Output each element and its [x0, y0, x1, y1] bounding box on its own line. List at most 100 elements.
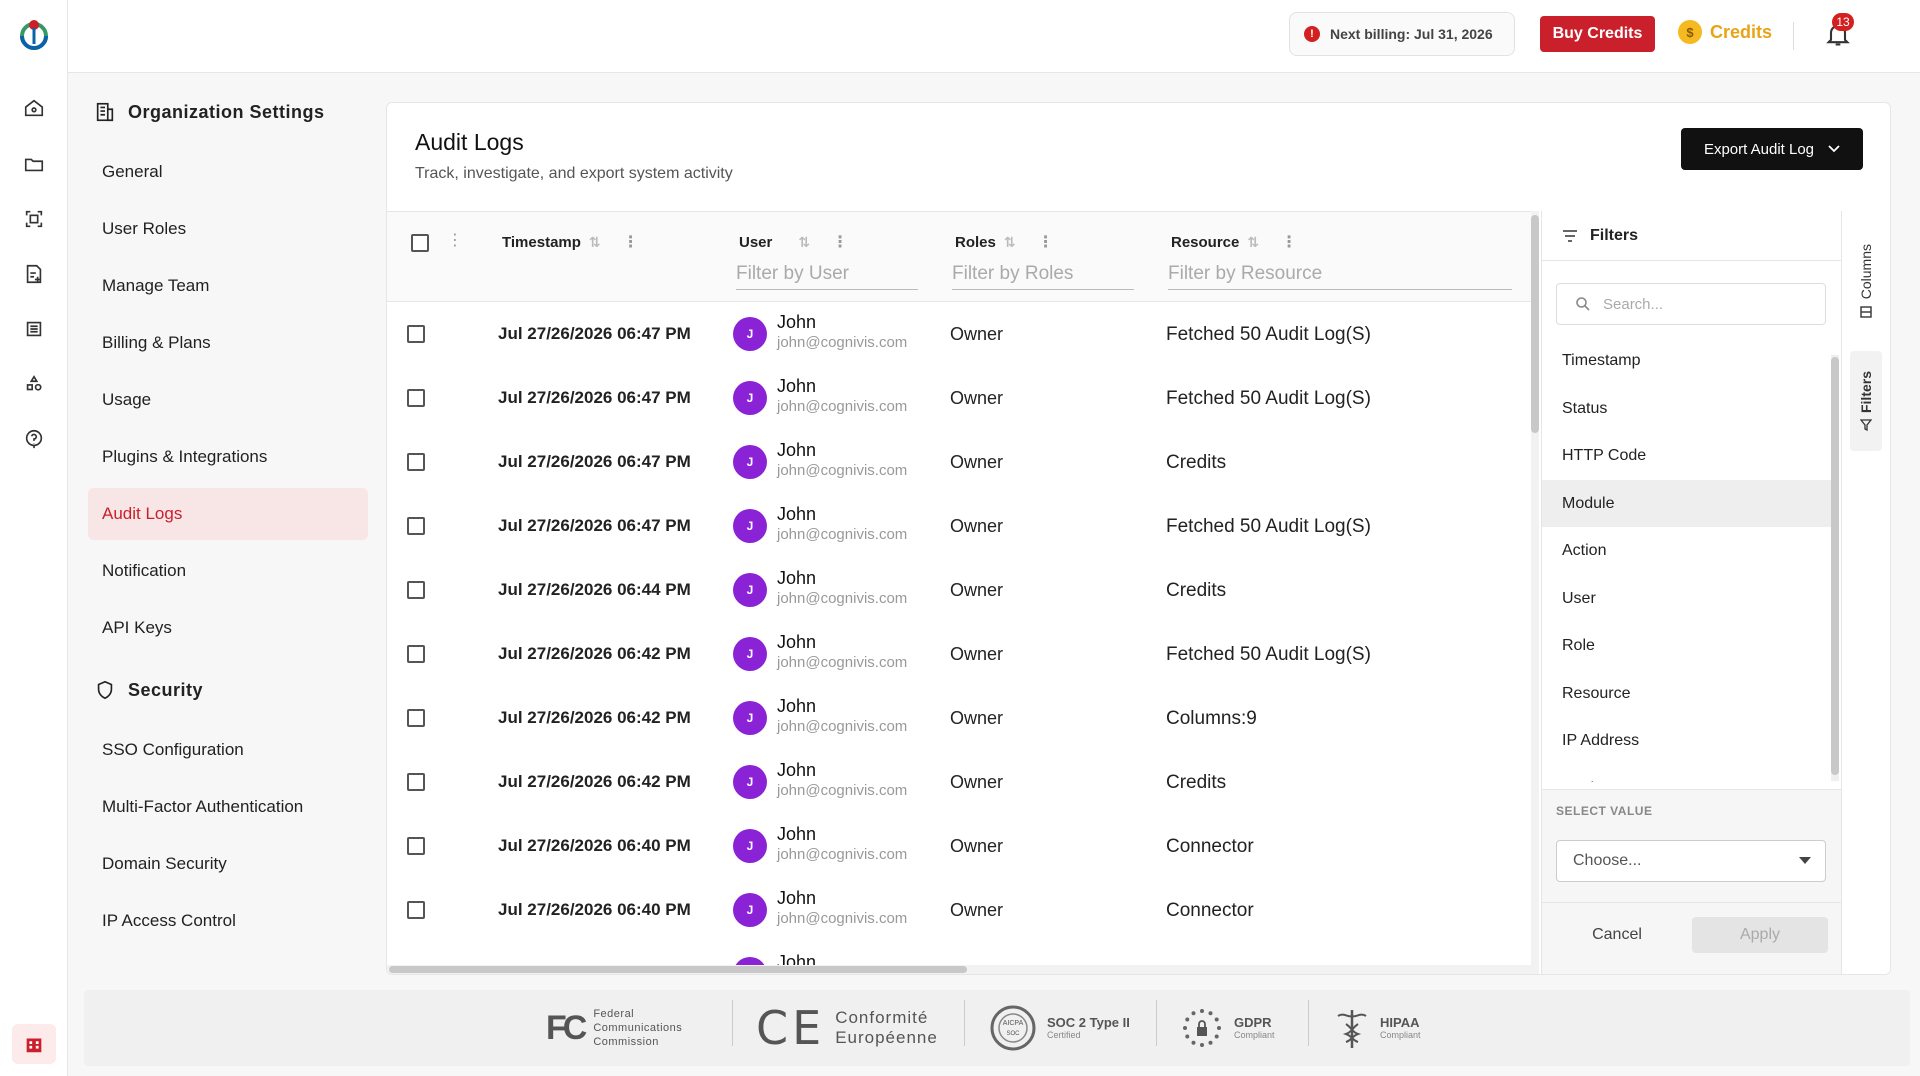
row-checkbox[interactable] — [407, 645, 425, 663]
nav-user-roles[interactable]: User Roles — [88, 203, 368, 255]
filter-field-ip-address[interactable]: IP Address — [1542, 717, 1832, 765]
row-checkbox[interactable] — [407, 709, 425, 727]
grid-vertical-scrollbar[interactable] — [1531, 211, 1539, 974]
filter-cancel-button[interactable]: Cancel — [1572, 917, 1662, 953]
filter-field-action[interactable]: Action — [1542, 527, 1832, 575]
table-row[interactable]: Jul 27/26/2026 06:47 PM J John john@cognivi… — [387, 302, 1531, 366]
sort-icon[interactable]: ⇅ — [589, 234, 601, 251]
header-resource[interactable]: Resource ⇅ ⋮ — [1171, 232, 1297, 252]
filter-field-timestamp[interactable]: Timestamp — [1542, 337, 1832, 385]
table-row[interactable]: Jul 27/26/2026 06:47 PM J John john@cognivi… — [387, 366, 1531, 430]
select-all-checkbox[interactable] — [411, 234, 429, 252]
filter-field-user[interactable]: User — [1542, 575, 1832, 623]
nav-general[interactable]: General — [88, 146, 368, 198]
wikimedia-logo-icon[interactable] — [16, 16, 52, 52]
row-timestamp: Jul 27/26/2026 06:42 PM — [498, 772, 691, 791]
hipaa-name: HIPAA — [1380, 1015, 1420, 1030]
table-row[interactable]: Jul 27/26/2026 06:40 PM J John john@cognivi… — [387, 878, 1531, 942]
row-checkbox[interactable] — [407, 901, 425, 919]
nav-plugins-integrations[interactable]: Plugins & Integrations — [88, 431, 368, 483]
filter-field-device[interactable]: Device — [1542, 765, 1832, 783]
table-row[interactable]: Jul 27/26/2026 06:42 PM J John john@cognivi… — [387, 686, 1531, 750]
column-menu-icon[interactable]: ⋮ — [832, 232, 848, 252]
table-row[interactable]: Jul 27/26/2026 06:42 PM J John john@cognivi… — [387, 750, 1531, 814]
nav-ip-access-control[interactable]: IP Access Control — [88, 895, 368, 947]
scan-icon[interactable] — [20, 205, 48, 233]
row-checkbox[interactable] — [407, 773, 425, 791]
row-checkbox[interactable] — [407, 581, 425, 599]
sort-icon[interactable]: ⇅ — [1004, 234, 1016, 251]
buy-credits-button[interactable]: Buy Credits — [1540, 16, 1655, 52]
home-icon[interactable] — [20, 94, 48, 122]
filter-field-role[interactable]: Role — [1542, 622, 1832, 670]
tab-columns[interactable]: Columns — [1850, 231, 1882, 331]
nav-audit-logs[interactable]: Audit Logs — [88, 488, 368, 540]
tab-columns-label: Columns — [1858, 244, 1874, 300]
ce-logo: CE — [756, 1001, 826, 1055]
help-circle-icon[interactable] — [20, 425, 48, 453]
funnel-icon — [1860, 419, 1872, 431]
chevron-down-icon — [1828, 145, 1840, 153]
table-row[interactable]: Jul 27/26/2026 06:47 PM J John john@cognivi… — [387, 494, 1531, 558]
security-title: Security — [128, 679, 204, 700]
tab-filters[interactable]: Filters — [1850, 351, 1882, 451]
filter-field-resource[interactable]: Resource — [1542, 670, 1832, 718]
nav-domain-security[interactable]: Domain Security — [88, 838, 368, 890]
export-audit-log-button[interactable]: Export Audit Log — [1681, 128, 1863, 170]
nav-notification[interactable]: Notification — [88, 545, 368, 597]
table-row[interactable]: Jul 27/26/2026 06:42 PM J John john@cognivi… — [387, 622, 1531, 686]
avatar: J — [733, 573, 767, 607]
header-user[interactable]: User ⇅ ⋮ — [739, 232, 848, 252]
column-menu-icon[interactable]: ⋮ — [1281, 232, 1297, 252]
filter-resource-input[interactable] — [1168, 258, 1512, 290]
nav-manage-team[interactable]: Manage Team — [88, 260, 368, 312]
row-checkbox[interactable] — [407, 837, 425, 855]
next-billing-indicator[interactable]: ! Next billing: Jul 31, 2026 — [1289, 12, 1515, 56]
nav-billing-plans[interactable]: Billing & Plans — [88, 317, 368, 369]
table-icon[interactable] — [20, 315, 48, 343]
hipaa-badge: HIPAA Compliant — [1334, 1000, 1421, 1056]
table-row[interactable]: Jul 27/26/2026 06:40 PM J John john@cognivi… — [387, 814, 1531, 878]
filter-search-input[interactable]: Search... — [1556, 283, 1826, 325]
filter-value-select[interactable]: Choose... — [1556, 840, 1826, 882]
header-timestamp[interactable]: Timestamp ⇅ ⋮ — [502, 232, 639, 252]
avatar: J — [733, 509, 767, 543]
filter-field-http-code[interactable]: HTTP Code — [1542, 432, 1832, 480]
document-add-icon[interactable] — [20, 260, 48, 288]
filter-roles-input[interactable] — [952, 258, 1134, 290]
row-checkbox[interactable] — [407, 453, 425, 471]
grid-horizontal-scrollbar[interactable] — [387, 965, 1531, 974]
row-resource: Connector — [1166, 836, 1254, 857]
filter-list-scrollbar[interactable] — [1831, 355, 1839, 781]
folder-icon[interactable] — [20, 150, 48, 178]
top-bar: ! Next billing: Jul 31, 2026 Buy Credits… — [68, 0, 1920, 73]
grid-rows: Jul 27/26/2026 06:47 PM J John john@cognivi… — [387, 302, 1531, 974]
nav-usage[interactable]: Usage — [88, 374, 368, 426]
sort-icon[interactable]: ⇅ — [798, 234, 810, 251]
column-menu-icon[interactable]: ⋮ — [447, 230, 463, 250]
nav-api-keys[interactable]: API Keys — [88, 602, 368, 654]
row-checkbox[interactable] — [407, 389, 425, 407]
nav-mfa[interactable]: Multi-Factor Authentication — [88, 781, 368, 833]
filter-field-status[interactable]: Status — [1542, 385, 1832, 433]
compliance-footer: FC Federal Communications Commission CE … — [84, 990, 1910, 1066]
column-menu-icon[interactable]: ⋮ — [1038, 232, 1054, 252]
filter-field-module[interactable]: Module — [1542, 479, 1832, 527]
org-settings-title: Organization Settings — [128, 101, 325, 122]
sort-icon[interactable]: ⇅ — [1247, 234, 1259, 251]
header-roles[interactable]: Roles ⇅ ⋮ — [955, 232, 1054, 252]
aicpa-text: AICPA — [1003, 1020, 1024, 1027]
row-user-name: John — [777, 760, 817, 780]
nav-sso-configuration[interactable]: SSO Configuration — [88, 724, 368, 776]
table-row[interactable]: Jul 27/26/2026 06:47 PM J John john@cognivi… — [387, 430, 1531, 494]
credits-label: Credits — [1710, 21, 1773, 42]
shapes-icon[interactable] — [20, 370, 48, 398]
building-icon[interactable] — [12, 1024, 56, 1064]
credits-link[interactable]: $ Credits — [1678, 20, 1772, 44]
column-menu-icon[interactable]: ⋮ — [623, 232, 639, 252]
table-row[interactable]: Jul 27/26/2026 06:44 PM J John john@cognivi… — [387, 558, 1531, 622]
row-checkbox[interactable] — [407, 517, 425, 535]
filter-user-input[interactable] — [736, 258, 918, 290]
row-checkbox[interactable] — [407, 325, 425, 343]
filter-apply-button[interactable]: Apply — [1692, 917, 1828, 953]
